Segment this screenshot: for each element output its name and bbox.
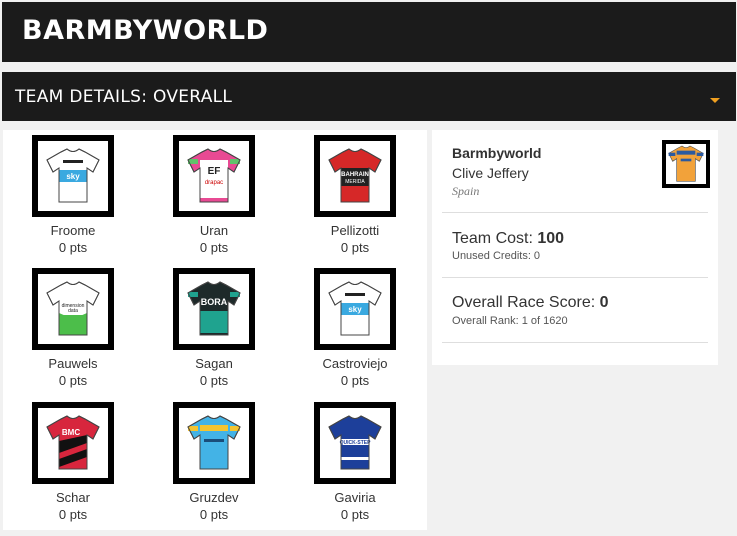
team-name: Barmbyworld — [452, 145, 542, 161]
rider-name: Sagan — [195, 356, 233, 371]
jersey-icon — [173, 402, 255, 484]
rider-card[interactable]: BMC Schar 0 pts — [3, 402, 143, 523]
manager-name: Clive Jeffery — [452, 165, 529, 181]
svg-text:BMC: BMC — [62, 428, 80, 437]
team-jersey-icon[interactable] — [662, 140, 710, 188]
svg-text:sky: sky — [348, 305, 362, 314]
race-score-value: 0 — [599, 294, 609, 311]
rider-roster: sky Froome 0 pts EF drapac Uran 0 pts BAHRAIN ME… — [3, 130, 427, 530]
rider-points: 0 pts — [340, 373, 370, 388]
caret-down-icon — [710, 98, 720, 103]
svg-text:sky: sky — [66, 172, 80, 181]
rider-name: Gaviria — [334, 490, 376, 505]
rider-card[interactable]: EF drapac Uran 0 pts — [144, 135, 284, 256]
team-country: Spain — [452, 184, 480, 198]
rider-name: Gruzdev — [189, 490, 239, 505]
svg-text:BAHRAIN: BAHRAIN — [341, 172, 369, 178]
unused-credits: Unused Credits: 0 — [452, 250, 541, 262]
rider-points: 0 pts — [199, 240, 229, 255]
page-title: BARMBYWORLD — [22, 15, 269, 46]
rider-name: Pauwels — [48, 356, 98, 371]
rider-points: 0 pts — [199, 373, 229, 388]
jersey-icon: EF drapac — [173, 135, 255, 217]
overall-rank: Overall Rank: 1 of 1620 — [452, 315, 568, 327]
svg-text:QUICK-STEP: QUICK-STEP — [340, 440, 372, 446]
svg-text:MERIDA: MERIDA — [345, 179, 365, 185]
team-cost: Team Cost: 100 — [452, 230, 565, 247]
team-info-panel: Barmbyworld Clive Jeffery Spain Team Cos… — [432, 130, 718, 365]
rider-card[interactable]: sky Froome 0 pts — [3, 135, 143, 256]
rider-card[interactable]: Gruzdev 0 pts — [144, 402, 284, 523]
section-title: TEAM DETAILS: OVERALL — [15, 87, 233, 107]
jersey-icon: dimension data — [32, 268, 114, 350]
jersey-icon: BORA — [173, 268, 255, 350]
svg-text:data: data — [68, 308, 78, 314]
jersey-icon: sky — [32, 135, 114, 217]
rider-points: 0 pts — [340, 507, 370, 522]
rider-card[interactable]: sky Castroviejo 0 pts — [285, 268, 425, 389]
team-cost-value: 100 — [537, 230, 565, 247]
rider-name: Schar — [56, 490, 90, 505]
svg-text:BORA: BORA — [201, 297, 228, 307]
rider-points: 0 pts — [199, 507, 229, 522]
rider-name: Uran — [199, 223, 229, 238]
divider — [442, 277, 708, 278]
rider-card[interactable]: BORA Sagan 0 pts — [144, 268, 284, 389]
rider-points: 0 pts — [340, 240, 370, 255]
jersey-icon: BMC — [32, 402, 114, 484]
rider-points: 0 pts — [58, 507, 88, 522]
race-score: Overall Race Score: 0 — [452, 294, 609, 311]
team-details-dropdown[interactable]: TEAM DETAILS: OVERALL — [2, 72, 736, 121]
rider-points: 0 pts — [58, 373, 88, 388]
svg-text:drapac: drapac — [205, 180, 223, 186]
rider-name: Pellizotti — [330, 223, 380, 238]
rider-name: Froome — [50, 223, 96, 238]
divider — [442, 342, 708, 343]
jersey-icon: QUICK-STEP — [314, 402, 396, 484]
rider-card[interactable]: QUICK-STEP Gaviria 0 pts — [285, 402, 425, 523]
rider-name: Castroviejo — [322, 356, 388, 371]
rider-points: 0 pts — [58, 240, 88, 255]
title-bar: BARMBYWORLD — [2, 2, 736, 62]
svg-text:EF: EF — [208, 166, 221, 177]
divider — [442, 212, 708, 213]
rider-card[interactable]: dimension data Pauwels 0 pts — [3, 268, 143, 389]
jersey-icon: BAHRAIN MERIDA — [314, 135, 396, 217]
rider-card[interactable]: BAHRAIN MERIDA Pellizotti 0 pts — [285, 135, 425, 256]
jersey-icon: sky — [314, 268, 396, 350]
